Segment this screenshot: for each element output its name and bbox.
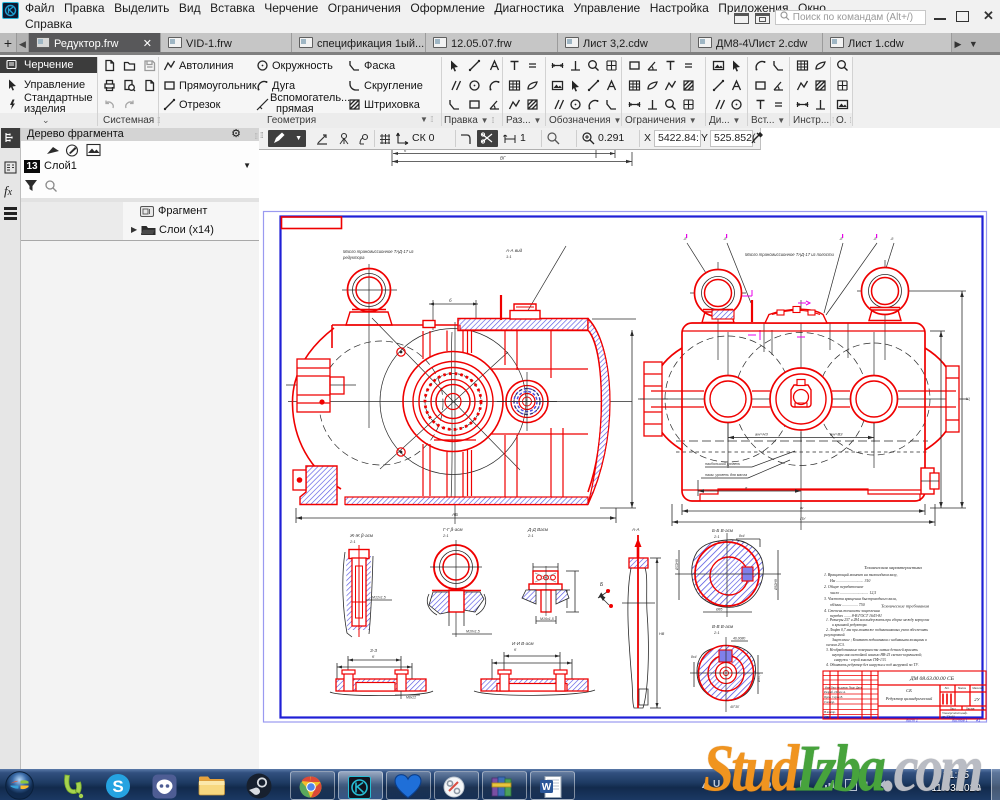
svg-text:Листов: Листов [966, 706, 975, 710]
svg-text:снаружи - серой эмалью ПФ-133.: снаружи - серой эмалью ПФ-133. [834, 657, 887, 662]
svg-text:Н.контр.: Н.контр. [823, 710, 836, 714]
svg-text:б: б [372, 654, 375, 659]
svg-text:И-И В-асм: И-И В-асм [512, 641, 534, 646]
svg-text:S: S [112, 777, 123, 796]
svg-text:Ж-Ж β-асм: Ж-Ж β-асм [349, 533, 373, 538]
svg-text:ДМ 08.63.00.00 СБ: ДМ 08.63.00.00 СБ [909, 676, 955, 682]
svg-text:Лист: Лист [950, 706, 956, 710]
svg-text:Масса: Масса [958, 686, 966, 690]
svg-text:Изм. Лист № докум. Подп.: Изм. Лист № докум. Подп. Дата [825, 687, 862, 690]
svg-text:8х4: 8х4 [739, 534, 745, 538]
svg-text:ш: ш [800, 505, 804, 510]
svg-text:2:1: 2:1 [442, 533, 449, 538]
svg-text:редуктора: редуктора [342, 255, 365, 260]
svg-text:наибольший уровень: наибольший уровень [705, 462, 740, 466]
svg-text:2У: 2У [974, 697, 980, 702]
svg-text:аw=ВЗ: аw=ВЗ [830, 432, 843, 437]
svg-text:W: W [542, 782, 552, 793]
svg-text:2:1: 2:1 [713, 534, 720, 539]
svg-text:Масштаб: Масштаб [972, 686, 984, 690]
svg-text:Щ: Щ [966, 396, 970, 401]
svg-text:аw=НЗ: аw=НЗ [755, 432, 768, 437]
svg-text:Т.контр.: Т.контр. [824, 700, 835, 704]
svg-text:-8: -8 [890, 237, 894, 241]
svg-text:М12х1,5: М12х1,5 [372, 596, 386, 600]
svg-text:Утв.: Утв. [824, 715, 830, 719]
svg-text:М8х22: М8х22 [406, 696, 416, 700]
svg-text:Редуктор цилиндрический: Редуктор цилиндрический [885, 696, 933, 701]
svg-text:Д-Д Васм: Д-Д Васм [527, 527, 548, 532]
svg-text:Лит.: Лит. [945, 686, 950, 690]
svg-text:Зацепление ; Контакт подшипник: Зацепление ; Контакт подшипника с набивн… [832, 638, 927, 642]
svg-text:4. Степень точности зацепления: 4. Степень точности зацепления [824, 609, 880, 613]
svg-text:СБ: СБ [906, 688, 912, 693]
svg-text:40,0080: 40,0080 [733, 637, 745, 641]
svg-text:АБ: АБ [451, 512, 458, 517]
svg-text:В-В В-асм: В-В В-асм [712, 624, 733, 629]
svg-text:ПУ: ПУ [800, 516, 806, 521]
svg-text:Разраб. Попов А.: Разраб. Попов А. [823, 690, 846, 694]
svg-text:Б-Б В-асм: Б-Б В-асм [712, 528, 733, 533]
svg-text:8х4: 8х4 [691, 655, 697, 659]
svg-text:Техническая характеристика: Техническая характеристика [864, 565, 922, 570]
svg-text:регулировкой.: регулировкой. [823, 632, 845, 637]
svg-text:1:1: 1:1 [506, 254, 512, 259]
svg-text:2:1: 2:1 [527, 533, 534, 538]
svg-text:А-А вид: А-А вид [505, 248, 523, 253]
svg-text:2:1: 2:1 [349, 539, 356, 544]
svg-text:2:1: 2:1 [713, 630, 720, 635]
svg-text:Ø52H9: Ø52H9 [774, 579, 778, 591]
svg-text:Масло трансмиссионное ТАД-17 и: Масло трансмиссионное ТАД-17 из [343, 249, 414, 254]
svg-text:А1: А1 [975, 719, 980, 723]
svg-text:З-З: З-З [370, 648, 377, 653]
svg-text:Технические требования: Технические требования [881, 604, 929, 609]
svg-text:2. Общее передаточное: 2. Общее передаточное [824, 585, 864, 589]
svg-text:Пров. Серов В.: Пров. Серов В. [823, 695, 843, 699]
svg-text:наим. уровень для масла: наим. уровень для масла [705, 473, 747, 477]
svg-text:1. Вращающий момент на тихоход: 1. Вращающий момент на тихоходном валу, [824, 572, 897, 578]
svg-text:осевом 2СЗ.: осевом 2СЗ. [826, 643, 845, 647]
svg-text:М16х1,5: М16х1,5 [540, 617, 554, 621]
svg-text:об/мин ................ 750: об/мин ................ 750 [830, 603, 865, 607]
svg-text:Б: Б [600, 582, 604, 588]
svg-text:М10х1,5: М10х1,5 [466, 630, 480, 634]
svg-text:40°30´: 40°30´ [730, 705, 741, 709]
svg-text:листов 1: листов 1 [951, 719, 968, 723]
svg-text:внутри маслостойкой эмалью НВ-: внутри маслостойкой эмалью НВ-25 светло-… [832, 652, 922, 657]
svg-text:3. Частота вращения быстроходн: 3. Частота вращения быстроходного вала, [824, 597, 897, 602]
svg-text:Масло трансмиссионное ТАД-17 и: Масло трансмиссионное ТАД-17 из полости [745, 252, 834, 257]
svg-text:4. Обкатать редуктор без нагру: 4. Обкатать редуктор без нагрузки и под … [826, 662, 919, 667]
svg-text:НВ: НВ [659, 632, 665, 636]
svg-text:1. Размеры 257 и 284 мм выдерж: 1. Размеры 257 и 284 мм выдержать при сб… [826, 618, 930, 622]
svg-text:б: б [514, 647, 517, 652]
svg-text:Г-Г β-асм: Г-Г β-асм [443, 527, 463, 532]
svg-text:3. Необработанные поверхности: 3. Необработанные поверхности литых дета… [826, 647, 918, 652]
svg-text:б: б [449, 298, 452, 303]
svg-text:число ........................: число ............................. 12,5 [830, 591, 876, 596]
svg-text:лист 1: лист 1 [905, 719, 918, 723]
svg-text:Ø37,5: Ø37,5 [757, 673, 761, 683]
svg-text:ВГ: ВГ [500, 156, 506, 161]
svg-text:Ø85: Ø85 [715, 608, 723, 612]
svg-text:Ø72H9: Ø72H9 [675, 559, 679, 571]
svg-text:Нм ...........................: Нм ............................ 310 [829, 579, 870, 583]
svg-text:А-А: А-А [631, 527, 640, 532]
svg-text:и крышкой редуктора.: и крышкой редуктора. [832, 622, 868, 627]
